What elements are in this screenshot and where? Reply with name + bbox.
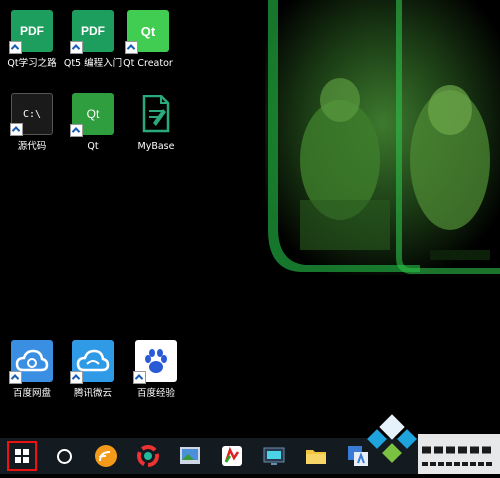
desktop-icon-label: MyBase: [137, 141, 175, 152]
command-prompt-icon: C:\: [10, 93, 53, 136]
desktop-icon-label: 腾讯微云: [73, 388, 112, 399]
desktop-icon-label: Qt Creator: [123, 58, 173, 69]
desktop-icon-label: 百度网盘: [12, 388, 51, 399]
paw-icon: [133, 340, 177, 384]
desktop-icon-mybase[interactable]: MyBase: [124, 93, 188, 153]
shortcut-arrow-icon: [10, 123, 23, 136]
taskbar-app-file-explorer[interactable]: [298, 438, 334, 474]
pdf-icon: PDF: [70, 10, 114, 54]
image-viewer-icon: [180, 447, 200, 464]
app-colorful-icon: [137, 445, 159, 467]
shortcut-arrow-icon: [125, 41, 138, 54]
taskbar-app-image-viewer[interactable]: [172, 438, 208, 474]
shortcut-arrow-icon: [70, 41, 83, 54]
cloud-icon: [70, 340, 114, 384]
desktop-icon-label: 源代码: [17, 141, 47, 152]
desktop-icon-qt[interactable]: Qt Qt: [61, 93, 125, 153]
shortcut-arrow-icon: [70, 371, 83, 384]
cortana-circle-icon: [56, 448, 72, 464]
music-app-icon: [222, 446, 242, 466]
pdf-icon: PDF: [9, 10, 53, 54]
search-cortana-button[interactable]: [46, 438, 82, 474]
taskbar-app-monitor[interactable]: [256, 438, 292, 474]
desktop-icon-baidu-jingyan[interactable]: 百度经验: [124, 340, 188, 400]
taskbar-app-music[interactable]: [214, 438, 250, 474]
shortcut-arrow-icon: [133, 371, 146, 384]
rss-browser-icon: [95, 445, 117, 467]
document-icon: [135, 93, 177, 135]
qt-creator-icon: Qt: [125, 10, 169, 54]
monitor-app-icon: [263, 447, 285, 465]
cloud-icon: [9, 340, 53, 384]
desktop-icon-label: Qt学习之路: [7, 58, 57, 69]
qt-icon: Qt: [70, 93, 114, 137]
desktop-icon-baidu-netdisk[interactable]: 百度网盘: [0, 340, 64, 400]
shortcut-arrow-icon: [9, 371, 22, 384]
desktop-icon-qt-creator[interactable]: Qt Qt Creator: [116, 10, 180, 70]
start-button[interactable]: [4, 438, 40, 474]
windows-logo-icon: [15, 449, 29, 463]
desktop-icon-label: Qt: [87, 141, 99, 152]
desktop-icon-label: 百度经验: [136, 388, 175, 399]
shortcut-arrow-icon: [9, 41, 22, 54]
desktop-icon-source-code[interactable]: C:\ 源代码: [0, 93, 64, 153]
shortcut-arrow-icon: [70, 124, 83, 137]
taskbar-app-rss[interactable]: [88, 438, 124, 474]
watermark-logo: [360, 412, 500, 474]
taskbar-app-colorful[interactable]: [130, 438, 166, 474]
file-explorer-icon: [306, 450, 326, 464]
desktop-icon-tencent-weiyun[interactable]: 腾讯微云: [61, 340, 125, 400]
desktop-icon-qt-learning[interactable]: PDF Qt学习之路: [0, 10, 64, 70]
